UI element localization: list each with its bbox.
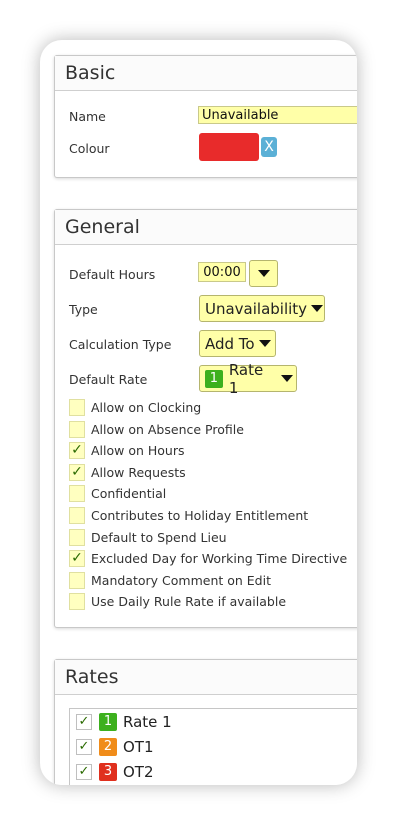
rate-checkbox[interactable]: ✓ <box>76 714 92 730</box>
type-select[interactable]: Unavailability <box>199 295 325 322</box>
rate-item[interactable]: ✓ 1 Rate 1 <box>76 711 172 733</box>
checkbox[interactable] <box>69 399 85 416</box>
type-select-value: Unavailability <box>205 299 308 318</box>
name-label: Name <box>69 109 106 124</box>
checkbox[interactable] <box>69 485 85 503</box>
option-label: Allow on Clocking <box>91 400 202 415</box>
chevron-down-icon <box>258 340 271 347</box>
calculation-type-value: Add To <box>205 334 255 353</box>
rate-item[interactable]: ✓ 2 OT1 <box>76 736 154 758</box>
name-field[interactable]: Unavailable <box>198 106 357 124</box>
option-label: Allow on Absence Profile <box>91 421 244 437</box>
colour-swatch[interactable] <box>199 133 259 161</box>
basic-panel: Basic Name Unavailable Colour X <box>54 55 357 178</box>
chevron-down-icon <box>311 305 324 312</box>
general-panel: General Default Hours 00:00 Type Unavail… <box>54 209 357 628</box>
option-label: Mandatory Comment on Edit <box>91 572 271 588</box>
rate-badge: 1 <box>99 713 117 731</box>
option-row[interactable]: ✓ Allow on Hours <box>69 441 185 460</box>
rate-checkbox[interactable]: ✓ <box>76 739 92 755</box>
option-label: Allow on Hours <box>91 443 185 459</box>
option-row[interactable]: Default to Spend Lieu <box>69 528 227 547</box>
rates-list: ✓ 1 Rate 1 ✓ 2 OT1 ✓ 3 OT2 <box>69 708 357 785</box>
option-label: Use Daily Rule Rate if available <box>91 594 287 610</box>
clear-colour-button[interactable]: X <box>261 137 277 157</box>
option-label: Default to Spend Lieu <box>91 529 227 545</box>
option-row[interactable]: ✓ Allow Requests <box>69 463 186 482</box>
checkbox[interactable]: ✓ <box>69 550 85 568</box>
checkbox[interactable] <box>69 593 85 611</box>
default-hours-label: Default Hours <box>69 267 156 282</box>
option-row[interactable]: Mandatory Comment on Edit <box>69 571 271 590</box>
type-label: Type <box>69 302 98 317</box>
option-row[interactable]: ✓ Excluded Day for Working Time Directive <box>69 549 347 568</box>
rate-label: Rate 1 <box>123 713 172 731</box>
default-rate-select[interactable]: 1 Rate 1 <box>199 361 297 397</box>
option-row[interactable]: Allow on Clocking <box>69 398 201 417</box>
calculation-type-label: Calculation Type <box>69 337 172 352</box>
basic-panel-title: Basic <box>55 56 357 91</box>
option-row[interactable]: Contributes to Holiday Entitlement <box>69 506 308 525</box>
rate-badge: 1 <box>205 369 223 388</box>
rate-label: OT1 <box>123 738 154 756</box>
option-label: Excluded Day for Working Time Directive <box>91 551 348 567</box>
checkbox[interactable]: ✓ <box>69 463 85 481</box>
chevron-down-icon <box>281 375 293 382</box>
option-label: Allow Requests <box>91 464 186 480</box>
checkbox[interactable] <box>69 571 85 589</box>
rate-label: OT2 <box>123 763 154 781</box>
default-rate-value: Rate 1 <box>228 360 264 397</box>
option-label: Confidential <box>91 486 167 502</box>
rate-checkbox[interactable]: ✓ <box>76 764 92 780</box>
checkbox[interactable]: ✓ <box>69 442 85 460</box>
checkbox[interactable] <box>69 528 85 546</box>
calculation-type-select[interactable]: Add To <box>199 330 276 357</box>
chevron-down-icon <box>258 270 270 277</box>
default-hours-field[interactable]: 00:00 <box>198 262 246 282</box>
colour-label: Colour <box>69 141 110 156</box>
default-hours-dropdown[interactable] <box>249 260 278 287</box>
checkbox[interactable] <box>69 420 85 438</box>
option-row[interactable]: Confidential <box>69 484 166 503</box>
default-rate-label: Default Rate <box>69 372 148 387</box>
option-label: Contributes to Holiday Entitlement <box>91 508 309 523</box>
option-row[interactable]: Use Daily Rule Rate if available <box>69 592 286 611</box>
phone-frame: Basic Name Unavailable Colour X General … <box>40 40 357 785</box>
rate-item[interactable]: ✓ 3 OT2 <box>76 761 154 783</box>
rate-badge: 3 <box>99 763 117 781</box>
checkbox[interactable] <box>69 507 85 524</box>
rates-panel-title: Rates <box>55 660 357 695</box>
option-row[interactable]: Allow on Absence Profile <box>69 420 244 439</box>
rate-badge: 2 <box>99 738 117 756</box>
rates-panel: Rates ✓ 1 Rate 1 ✓ 2 OT1 ✓ 3 OT2 <box>54 659 357 785</box>
general-panel-title: General <box>55 210 357 245</box>
